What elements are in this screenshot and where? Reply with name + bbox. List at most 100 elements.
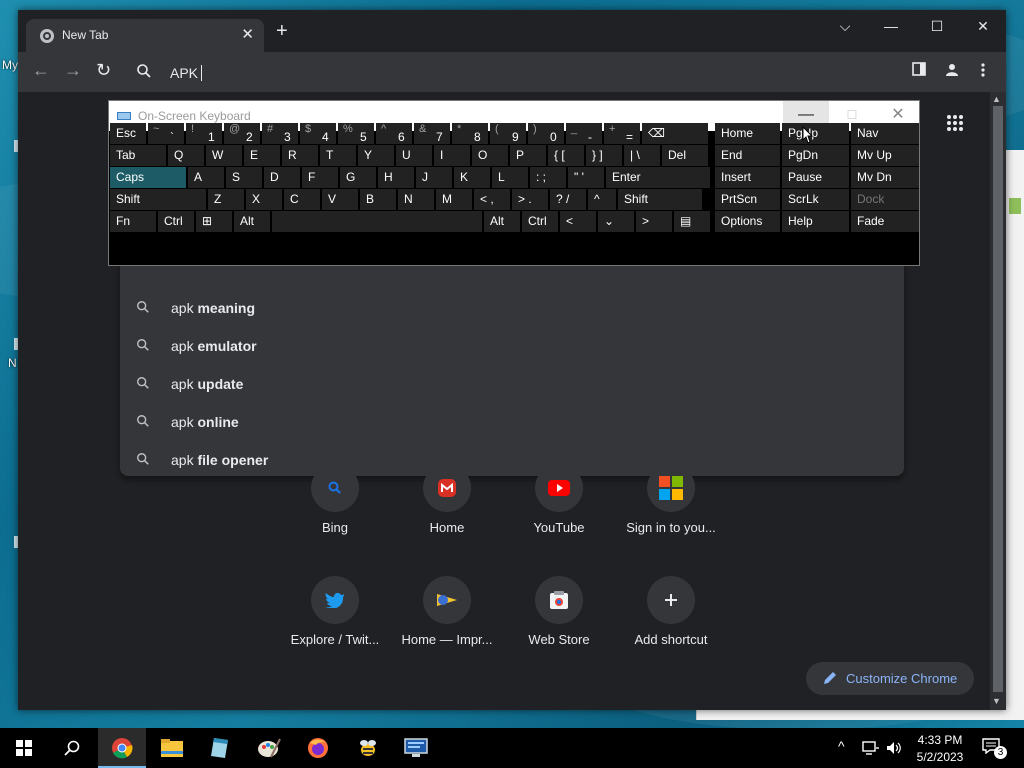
osk-nav-key[interactable]: Options	[715, 211, 780, 232]
taskbar-bee-app[interactable]	[344, 728, 392, 768]
osk-key[interactable]: { [	[548, 145, 584, 166]
osk-key[interactable]: ⌄	[598, 211, 634, 232]
start-button[interactable]	[0, 728, 48, 768]
osk-key[interactable]: B	[360, 189, 396, 210]
shortcut-bing[interactable]: Bing	[279, 464, 391, 564]
osk-key[interactable]: D	[264, 167, 300, 188]
google-apps-icon[interactable]	[946, 114, 964, 132]
osk-key[interactable]: (9	[490, 123, 526, 144]
osk-key[interactable]: ! 1	[186, 123, 222, 144]
shortcut-twitter[interactable]: Explore / Twit...	[279, 576, 391, 676]
suggestion-item[interactable]: apk online	[120, 403, 904, 441]
osk-key[interactable]: P	[510, 145, 546, 166]
osk-key[interactable]: Caps	[110, 167, 186, 188]
close-window-button[interactable]: ✕	[960, 16, 1006, 40]
osk-nav-key[interactable]: Mv Up	[851, 145, 919, 166]
osk-nav-key[interactable]: Home	[715, 123, 780, 144]
scroll-thumb[interactable]	[993, 106, 1003, 692]
action-center-button[interactable]: 3	[978, 736, 1012, 762]
osk-key[interactable]: & 7	[414, 123, 450, 144]
osk-key[interactable]: X	[246, 189, 282, 210]
minimize-button[interactable]: —	[868, 16, 914, 40]
osk-nav-key[interactable]: ScrLk	[782, 189, 849, 210]
tab-search-button[interactable]: ⌵	[822, 16, 868, 40]
osk-nav-key[interactable]: PgDn	[782, 145, 849, 166]
osk-key[interactable]: % 5	[338, 123, 374, 144]
reload-icon[interactable]: ↻	[96, 60, 111, 81]
show-hidden-icons-icon[interactable]: ^	[838, 738, 845, 754]
osk-key[interactable]: S	[226, 167, 262, 188]
desktop-icon-label[interactable]: My	[2, 58, 18, 72]
osk-nav-key[interactable]: Help	[782, 211, 849, 232]
osk-key[interactable]: L	[492, 167, 528, 188]
maximize-button[interactable]: ☐	[914, 16, 960, 40]
osk-key[interactable]: G	[340, 167, 376, 188]
taskbar-notepad[interactable]	[196, 728, 244, 768]
shortcut-web-store[interactable]: Web Store	[503, 576, 615, 676]
osk-key[interactable]: } ]	[586, 145, 622, 166]
network-icon[interactable]	[862, 740, 880, 756]
clock[interactable]: 4:33 PM 5/2/2023	[908, 731, 972, 765]
back-arrow-icon[interactable]: ←	[32, 60, 50, 81]
forward-arrow-icon[interactable]: →	[64, 60, 82, 81]
osk-key[interactable]: ⌫	[642, 123, 708, 144]
shortcut-microsoft[interactable]: Sign in to you...	[615, 464, 727, 564]
scroll-up-icon[interactable]: ▲	[992, 94, 1001, 104]
osk-key[interactable]: Z	[208, 189, 244, 210]
taskbar-firefox[interactable]	[294, 728, 342, 768]
osk-key[interactable]: < ,	[474, 189, 510, 210]
taskbar-chrome[interactable]	[98, 728, 146, 768]
osk-key[interactable]: >	[636, 211, 672, 232]
taskbar-paint[interactable]	[245, 728, 293, 768]
osk-key[interactable]: Shift	[618, 189, 702, 210]
osk-key[interactable]: | \	[624, 145, 660, 166]
osk-nav-key[interactable]: PgUp	[782, 123, 849, 144]
osk-key[interactable]: > .	[512, 189, 548, 210]
taskbar-monitor-app[interactable]	[392, 728, 440, 768]
scrollbar[interactable]: ▲ ▼	[990, 92, 1006, 710]
osk-key[interactable]: J	[416, 167, 452, 188]
osk-key[interactable]: F	[302, 167, 338, 188]
osk-key[interactable]: #3	[262, 123, 298, 144]
osk-key[interactable]: ▤	[674, 211, 710, 232]
side-panel-icon[interactable]	[912, 62, 926, 76]
suggestion-item[interactable]: apk emulator	[120, 327, 904, 365]
osk-key[interactable]: C	[284, 189, 320, 210]
osk-key[interactable]: ⊞	[196, 211, 232, 232]
osk-key[interactable]: T	[320, 145, 356, 166]
tab-new-tab[interactable]: New Tab ✕	[26, 19, 264, 52]
osk-key[interactable]: * 8	[452, 123, 488, 144]
osk-spacebar[interactable]	[272, 211, 482, 232]
volume-icon[interactable]	[886, 740, 902, 756]
shortcut-impress[interactable]: Home — Impr...	[391, 576, 503, 676]
suggestion-item[interactable]: apk meaning	[120, 289, 904, 327]
osk-key[interactable]: Fn	[110, 211, 156, 232]
osk-key[interactable]: O	[472, 145, 508, 166]
osk-nav-key[interactable]: End	[715, 145, 780, 166]
suggestion-item[interactable]: apk update	[120, 365, 904, 403]
osk-key[interactable]: Y	[358, 145, 394, 166]
taskbar-file-explorer[interactable]	[148, 728, 196, 768]
new-tab-button[interactable]: +	[276, 21, 288, 41]
osk-nav-key[interactable]: PrtScn	[715, 189, 780, 210]
osk-key[interactable]: U	[396, 145, 432, 166]
osk-key[interactable]: ^	[588, 189, 616, 210]
osk-key[interactable]: E	[244, 145, 280, 166]
osk-key[interactable]: Esc	[110, 123, 146, 144]
osk-nav-key[interactable]: Mv Dn	[851, 167, 919, 188]
scroll-down-icon[interactable]: ▼	[992, 696, 1001, 706]
profile-icon[interactable]	[944, 62, 960, 78]
osk-key[interactable]: A	[188, 167, 224, 188]
osk-key[interactable]: H	[378, 167, 414, 188]
osk-key[interactable]: $4	[300, 123, 336, 144]
osk-key[interactable]: _ -	[566, 123, 602, 144]
osk-key[interactable]: R	[282, 145, 318, 166]
osk-key[interactable]: K	[454, 167, 490, 188]
osk-key[interactable]: Alt	[484, 211, 520, 232]
osk-key[interactable]: Shift	[110, 189, 206, 210]
osk-key[interactable]: ? /	[550, 189, 586, 210]
osk-key[interactable]: ^ 6	[376, 123, 412, 144]
osk-key[interactable]: Enter	[606, 167, 710, 188]
osk-key[interactable]: + =	[604, 123, 640, 144]
osk-key[interactable]: M	[436, 189, 472, 210]
